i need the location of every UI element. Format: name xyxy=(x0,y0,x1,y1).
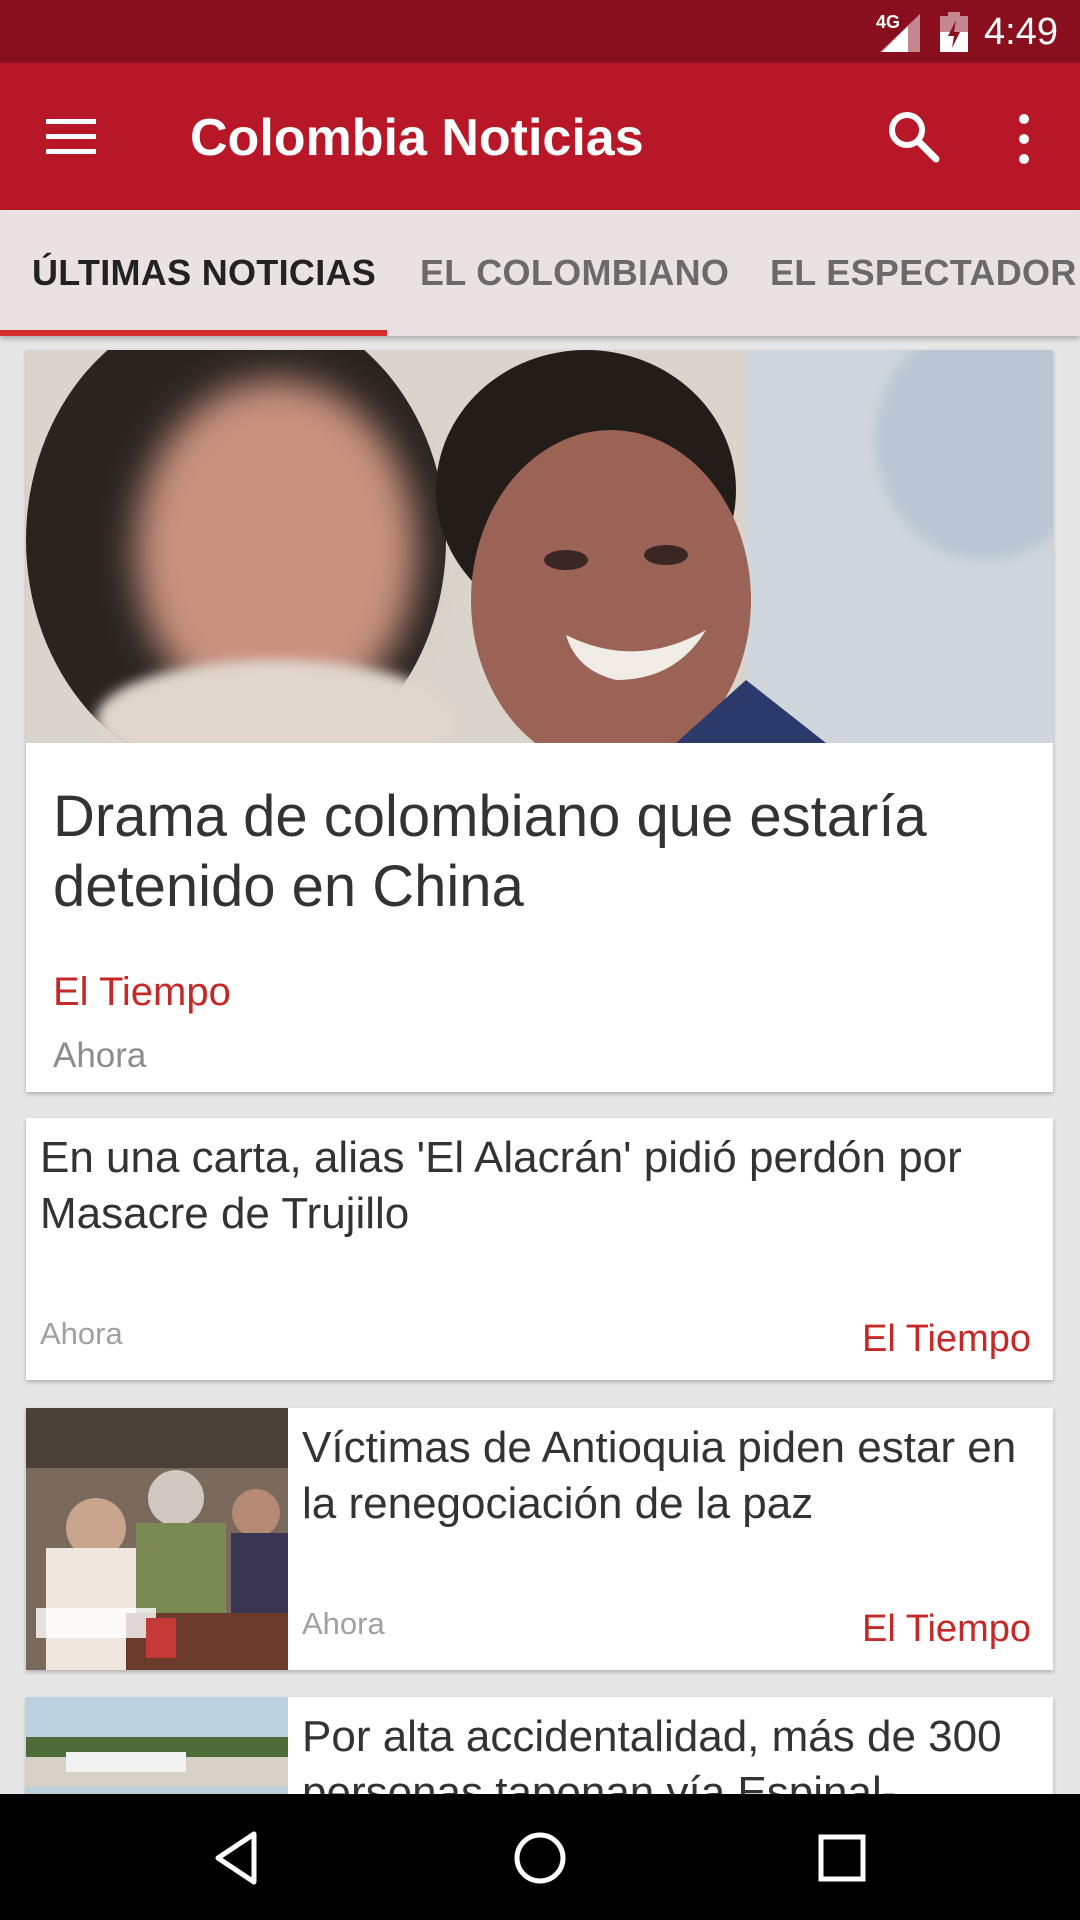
news-card[interactable]: Víctimas de Antioquia piden estar en la … xyxy=(26,1408,1053,1670)
search-icon[interactable] xyxy=(884,107,944,167)
more-options-icon[interactable] xyxy=(1006,109,1042,169)
battery-icon xyxy=(940,12,968,52)
menu-icon[interactable] xyxy=(46,115,100,159)
recents-icon[interactable] xyxy=(812,1828,872,1888)
article-time: Ahora xyxy=(53,1036,147,1075)
article-headline: Drama de colombiano que estaría detenido… xyxy=(53,784,927,919)
clock: 4:49 xyxy=(984,11,1058,53)
tab-bar: ÚLTIMAS NOTICIAS EL COLOMBIANO EL ESPECT… xyxy=(0,210,1080,336)
signal-icon xyxy=(880,14,920,52)
back-icon[interactable] xyxy=(208,1828,268,1888)
system-nav-bar xyxy=(0,1794,1080,1920)
article-headline: En una carta, alias 'El Alacrán' pidió p… xyxy=(40,1133,962,1238)
home-icon[interactable] xyxy=(510,1828,570,1888)
article-source: El Tiempo xyxy=(862,1608,1031,1650)
news-card[interactable]: En una carta, alias 'El Alacrán' pidió p… xyxy=(26,1118,1053,1380)
tab-el-espectador[interactable]: EL ESPECTADOR xyxy=(770,210,1077,336)
featured-photo xyxy=(26,350,1053,743)
article-source: El Tiempo xyxy=(862,1318,1031,1360)
app-title: Colombia Noticias xyxy=(190,109,644,167)
article-time: Ahora xyxy=(40,1316,123,1351)
article-source: El Tiempo xyxy=(53,970,231,1014)
article-thumbnail xyxy=(26,1697,288,1794)
app-bar: Colombia Noticias xyxy=(0,63,1080,210)
article-headline: Por alta accidentalidad, más de 300 pers… xyxy=(302,1712,1002,1794)
tab-el-colombiano[interactable]: EL COLOMBIANO xyxy=(420,210,729,336)
news-card[interactable]: Por alta accidentalidad, más de 300 pers… xyxy=(26,1697,1053,1794)
news-card-featured[interactable]: Drama de colombiano que estaría detenido… xyxy=(26,350,1053,1092)
tab-ultimas-noticias[interactable]: ÚLTIMAS NOTICIAS xyxy=(32,210,376,336)
status-bar: 4G 4:49 xyxy=(0,0,1080,63)
news-list[interactable]: Drama de colombiano que estaría detenido… xyxy=(0,336,1080,1794)
article-headline: Víctimas de Antioquia piden estar en la … xyxy=(302,1423,1017,1528)
article-time: Ahora xyxy=(302,1606,385,1641)
article-thumbnail xyxy=(26,1408,288,1670)
